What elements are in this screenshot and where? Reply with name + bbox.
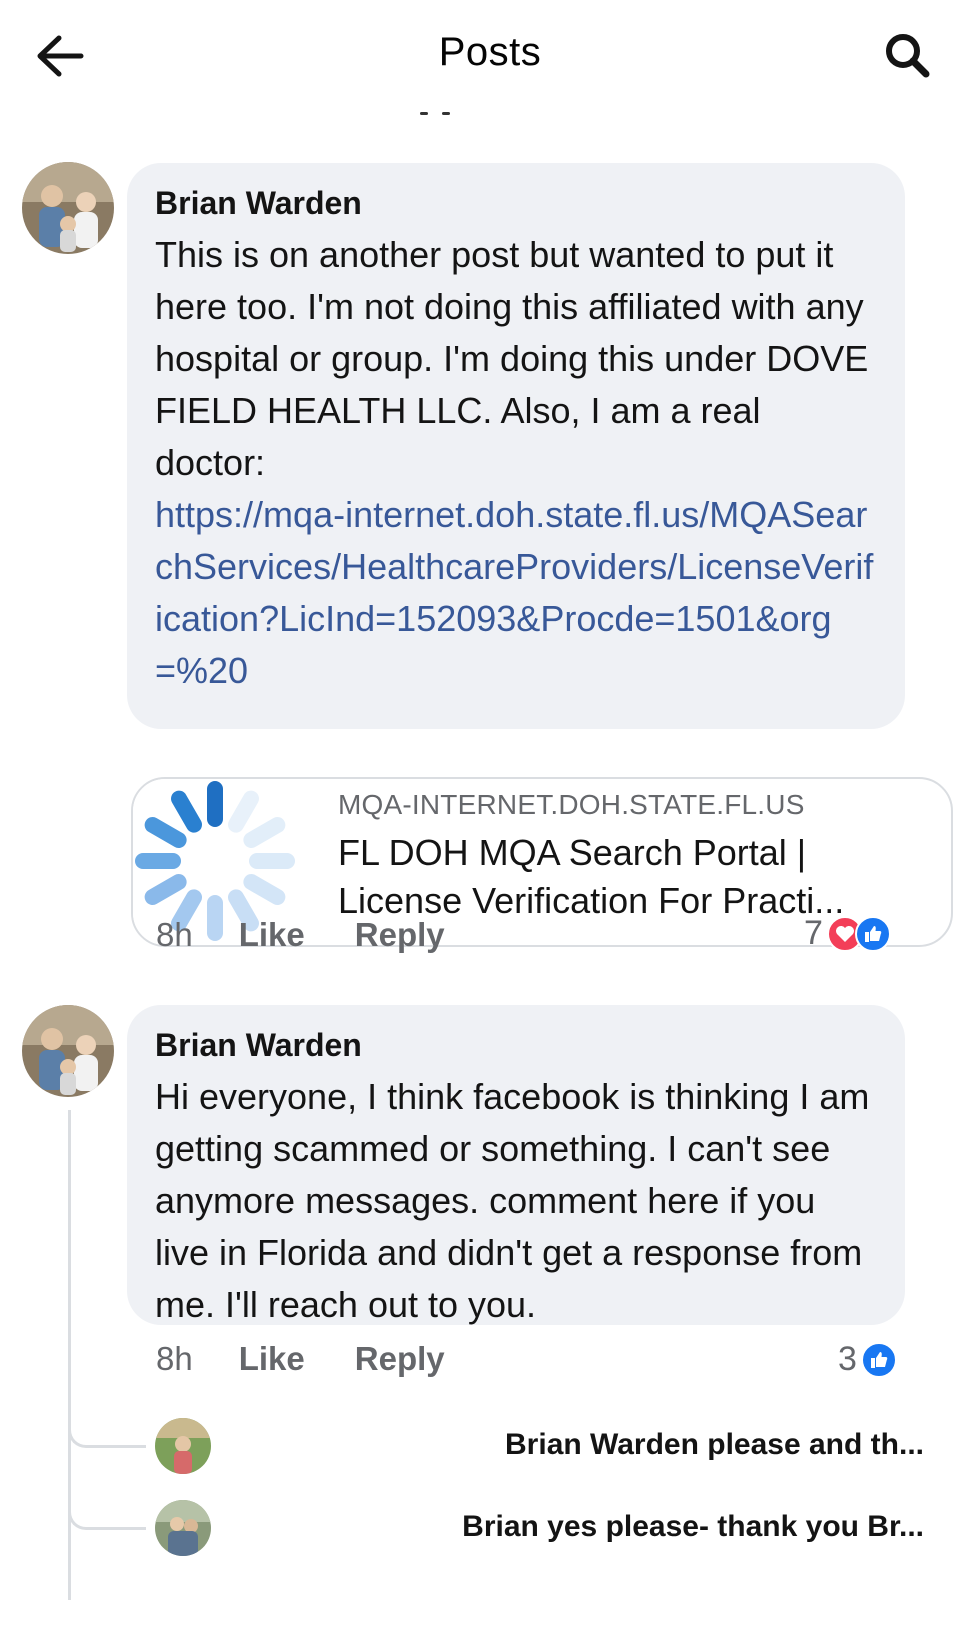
search-icon <box>886 34 930 78</box>
like-icon <box>860 1341 897 1378</box>
avatar[interactable] <box>155 1418 211 1474</box>
thread-line <box>68 1110 71 1600</box>
top-bar: Posts <box>0 0 980 115</box>
like-button[interactable]: Like <box>239 916 305 954</box>
reply-preview[interactable]: Brian yes please- thank you Br... <box>150 1500 960 1560</box>
reaction-summary[interactable]: 3 <box>838 1340 897 1379</box>
reply-button[interactable]: Reply <box>355 916 445 954</box>
profile-photo-icon <box>22 162 114 254</box>
loading-dots <box>410 112 460 118</box>
reaction-count: 3 <box>838 1340 857 1378</box>
preview-title: FL DOH MQA Search Portal | License Verif… <box>338 832 845 921</box>
profile-photo-icon <box>155 1418 211 1474</box>
comment-actions: 8h Like Reply <box>156 916 495 954</box>
reaction-count: 7 <box>804 914 823 952</box>
comment-time[interactable]: 8h <box>156 916 193 954</box>
comment-author[interactable]: Brian Warden <box>155 183 879 223</box>
like-button[interactable]: Like <box>239 1340 305 1378</box>
comment-text: Hi everyone, I think facebook is thinkin… <box>155 1076 870 1325</box>
avatar[interactable] <box>22 1005 114 1097</box>
comment-link[interactable]: https://mqa-internet.doh.state.fl.us/MQA… <box>155 489 879 697</box>
search-button[interactable] <box>878 28 938 84</box>
like-icon <box>854 915 891 952</box>
avatar[interactable] <box>22 162 114 254</box>
thread-branch <box>68 1510 146 1530</box>
comment-author[interactable]: Brian Warden <box>155 1025 879 1065</box>
reply-text: Brian Warden please and th... <box>505 1428 924 1461</box>
profile-photo-icon <box>22 1005 114 1097</box>
comment-actions: 8h Like Reply <box>156 1340 495 1378</box>
thread-branch <box>68 1428 146 1448</box>
comment-bubble: Brian Warden This is on another post but… <box>127 163 905 729</box>
page-title: Posts <box>438 30 542 74</box>
preview-domain: MQA-INTERNET.DOH.STATE.FL.US <box>338 789 805 820</box>
profile-photo-icon <box>155 1500 211 1556</box>
reply-preview[interactable]: Brian Warden please and th... <box>150 1418 960 1478</box>
reply-button[interactable]: Reply <box>355 1340 445 1378</box>
comment-text: This is on another post but wanted to pu… <box>155 234 869 483</box>
reaction-summary[interactable]: 7 <box>804 914 891 953</box>
reply-text: Brian yes please- thank you Br... <box>462 1510 924 1543</box>
comment-time[interactable]: 8h <box>156 1340 193 1378</box>
avatar[interactable] <box>155 1500 211 1556</box>
comment-bubble: Brian Warden Hi everyone, I think facebo… <box>127 1005 905 1325</box>
